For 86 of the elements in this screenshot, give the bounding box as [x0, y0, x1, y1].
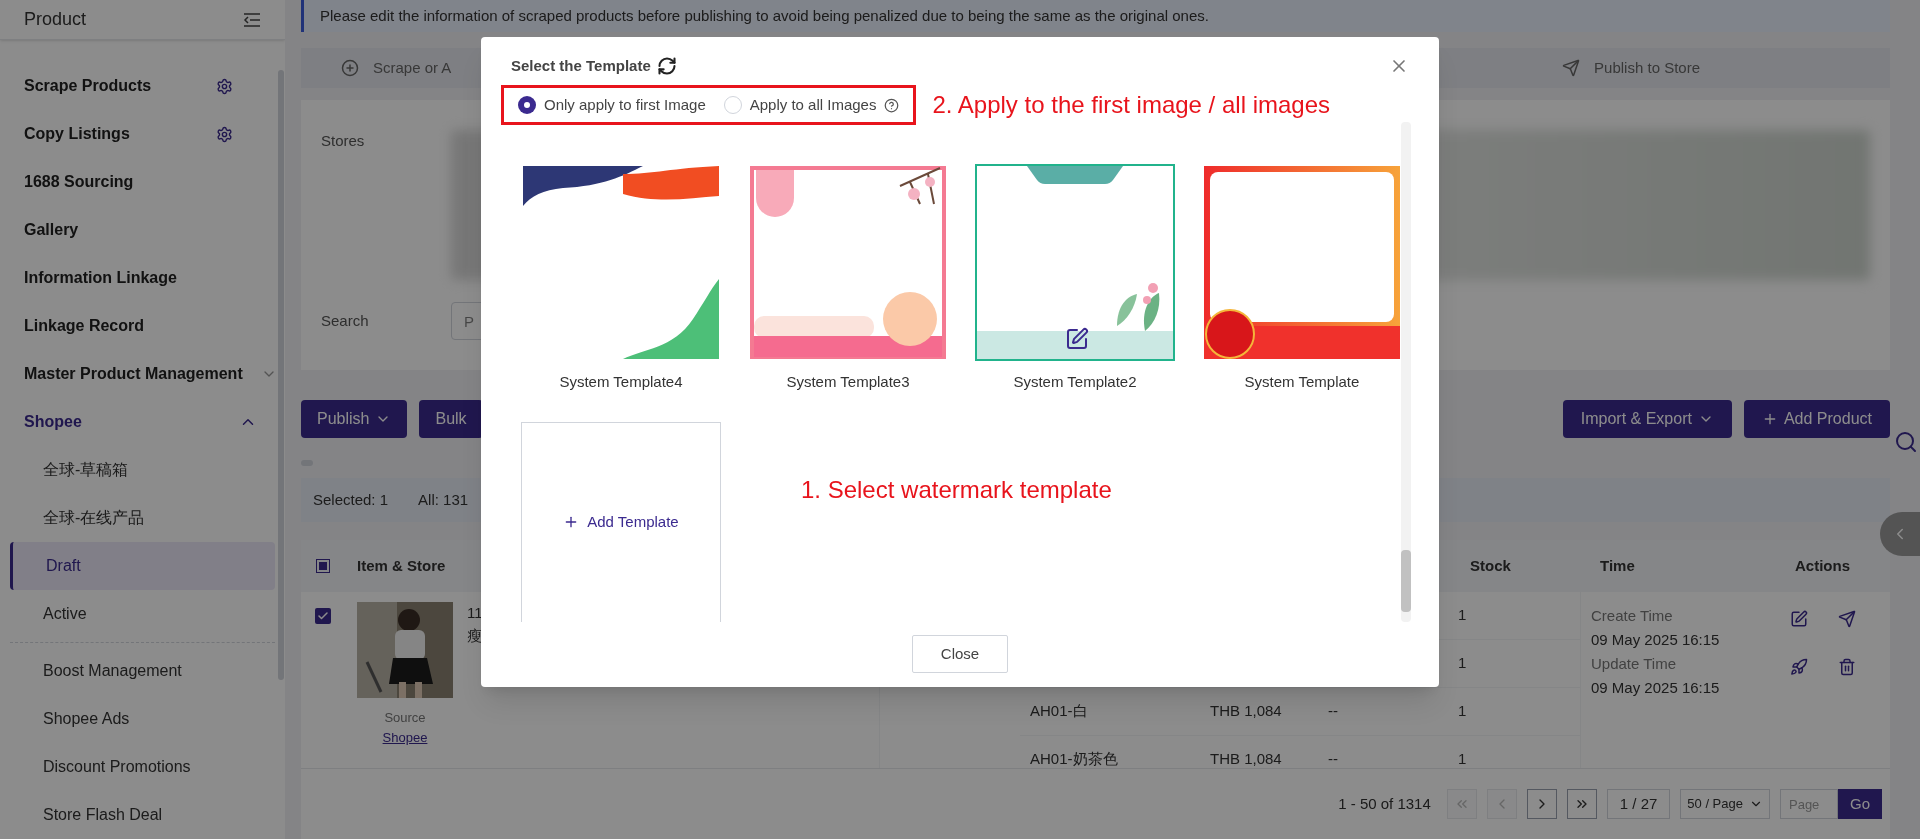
- go-button[interactable]: Go: [1838, 789, 1882, 819]
- radio-option[interactable]: Only apply to first Image: [518, 93, 706, 117]
- page-jump-field[interactable]: Page: [1780, 789, 1838, 819]
- sidebar-item[interactable]: Linkage Record: [0, 302, 285, 350]
- product-subtitle: 瘦: [467, 625, 483, 646]
- time-label: Update Time: [1591, 654, 1678, 674]
- collapse-menu-icon[interactable]: [243, 11, 261, 28]
- annotation-text: 2. Apply to the first image / all images: [932, 90, 1330, 121]
- step: Scrape or A: [341, 56, 452, 80]
- variant-price: THB 1,084: [1210, 749, 1283, 768]
- settings-icon[interactable]: [216, 125, 233, 143]
- check-icon: [317, 610, 329, 622]
- sidebar-group[interactable]: Master Product Management: [0, 350, 285, 398]
- template-name: System Template4: [559, 372, 683, 393]
- search-icon[interactable]: [1894, 430, 1918, 454]
- edit-icon[interactable]: [1790, 610, 1808, 628]
- sidebar-subitem[interactable]: Store Flash Deal: [0, 791, 285, 839]
- toolbar-button[interactable]: Publish: [301, 400, 408, 438]
- stores-label: Stores: [321, 131, 366, 151]
- column-header: Item & Store: [356, 555, 447, 576]
- search-label: Search: [321, 310, 370, 331]
- stock-value: 1: [1458, 749, 1467, 768]
- help-icon[interactable]: [884, 97, 900, 113]
- template-name: System Template: [1244, 372, 1360, 393]
- toolbar-button[interactable]: Bulk: [419, 400, 483, 438]
- column-header: Actions: [1794, 555, 1850, 576]
- time-value: 09 May 2025 16:15: [1591, 678, 1721, 698]
- variant-cell-text: --: [1328, 701, 1339, 722]
- sidebar-subitem[interactable]: Draft: [10, 542, 275, 590]
- variant-name: AH01-白: [1030, 701, 1089, 722]
- stock-value: 1: [1458, 653, 1467, 674]
- sidebar-item[interactable]: Information Linkage: [0, 254, 285, 302]
- row-checkbox[interactable]: [315, 608, 331, 624]
- product-title: 11: [467, 603, 483, 623]
- rocket-icon[interactable]: [1790, 658, 1808, 676]
- sidebar-subitem[interactable]: Discount Promotions: [0, 743, 285, 791]
- scrollbar[interactable]: [278, 70, 284, 680]
- column-header: Time: [1599, 555, 1636, 576]
- stock-value: 1: [1458, 605, 1467, 626]
- column-header: Stock: [1469, 555, 1512, 576]
- page-indicator[interactable]: 1 / 27: [1606, 789, 1671, 819]
- sidebar-item[interactable]: Scrape Products: [0, 62, 285, 110]
- page-size-select[interactable]: 50 / Page: [1680, 789, 1770, 819]
- sidebar-subitem[interactable]: Boost Management: [0, 647, 285, 695]
- step: Publish to Store: [1562, 56, 1700, 80]
- sidebar-item[interactable]: Gallery: [0, 206, 285, 254]
- page-summary: 1 - 50 of 1314: [1338, 793, 1431, 814]
- sidebar-title: Product: [24, 8, 87, 31]
- refresh-icon[interactable]: [656, 56, 677, 76]
- total-count: All: 131: [418, 489, 469, 510]
- toolbar-button[interactable]: Import & Export: [1562, 400, 1732, 438]
- page-nav-button[interactable]: [1566, 789, 1597, 819]
- time-label: Create Time: [1591, 606, 1674, 626]
- selected-count: Selected: 1: [313, 489, 389, 510]
- sidebar-item[interactable]: 1688 Sourcing: [0, 158, 285, 206]
- stock-value: 1: [1458, 701, 1467, 722]
- annotation-text: 1. Select watermark template: [801, 474, 1112, 505]
- variant-price: THB 1,084: [1210, 701, 1283, 722]
- sidebar-subitem[interactable]: 全球-在线产品: [10, 494, 275, 542]
- sidebar-subitem[interactable]: Active: [10, 590, 275, 638]
- toolbar-button[interactable]: Add Product: [1743, 400, 1890, 438]
- notice-bar: Please edit the information of scraped products before publishing to avoid being penalized due to being the same as the original ones.: [301, 0, 1890, 32]
- sidebar-subitem[interactable]: 全球-草稿箱: [10, 446, 275, 494]
- select-all-checkbox[interactable]: [316, 559, 330, 573]
- close-button[interactable]: Close: [912, 635, 1008, 674]
- variant-name: AH01-奶茶色: [1030, 749, 1119, 768]
- edit-icon[interactable]: [1065, 327, 1089, 352]
- sidebar-group[interactable]: Shopee: [0, 398, 285, 446]
- source-link[interactable]: Shopee: [382, 727, 428, 747]
- settings-icon[interactable]: [216, 77, 233, 95]
- source-label: Source: [384, 709, 426, 727]
- template-name: System Template2: [1013, 372, 1137, 393]
- sidebar-item[interactable]: Copy Listings: [0, 110, 285, 158]
- variant-cell-text: --: [1328, 749, 1339, 768]
- template-name: System Template3: [786, 372, 910, 393]
- radio-button[interactable]: [518, 96, 536, 115]
- sidebar-subitem[interactable]: Shopee Ads: [0, 695, 285, 743]
- time-value: 09 May 2025 16:15: [1591, 630, 1721, 650]
- delete-icon[interactable]: [1838, 658, 1856, 676]
- send-icon[interactable]: [1838, 610, 1856, 628]
- radio-option[interactable]: Apply to all Images: [723, 93, 900, 117]
- send-icon: [1562, 59, 1581, 77]
- dialog-title: Select the Template: [511, 55, 651, 76]
- scrollbar-thumb[interactable]: [1401, 549, 1411, 612]
- plus-circle-icon: [341, 59, 359, 77]
- add-template-card[interactable]: Add Template: [521, 421, 721, 622]
